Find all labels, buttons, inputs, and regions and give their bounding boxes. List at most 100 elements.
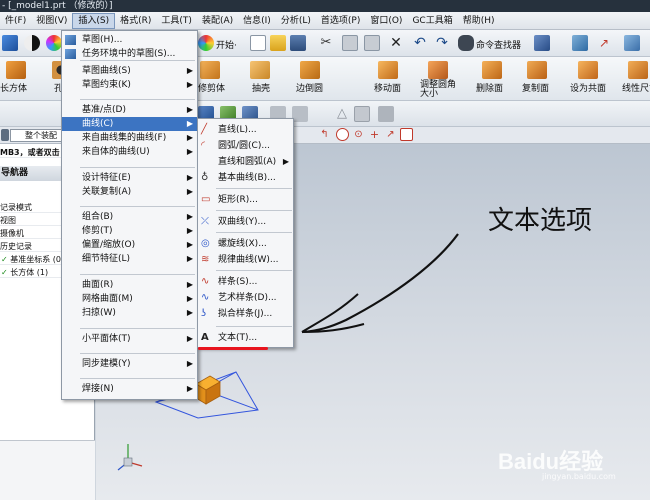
insert-menu-item[interactable]: 草图曲线(S) ▶ [62,64,197,78]
linear-dimension-icon[interactable] [628,61,648,79]
menu-preferences[interactable]: 首选项(P) [316,13,365,29]
start-button[interactable]: 开始· [216,38,237,51]
insert-menu-item[interactable]: 曲面(R) ▶ [62,278,197,292]
color-palette-icon[interactable] [46,35,62,51]
snap-quadrant-icon[interactable]: ⊙ [352,128,365,141]
snap-point-icon[interactable]: + [368,128,381,141]
delete-face-icon[interactable] [482,61,502,79]
redo-icon[interactable]: ↷ [434,35,450,51]
snap-box-icon[interactable] [400,128,413,141]
make-coplanar-button-label[interactable]: 设为共面 [570,81,606,94]
curve-submenu-item[interactable]: A 文本(T)... [198,331,293,345]
snap-intersection-icon[interactable]: ↗ [384,128,397,141]
menu-analysis[interactable]: 分析(L) [276,13,316,29]
menu-help[interactable]: 帮助(H) [458,13,500,29]
linear-dimension-button-label[interactable]: 线性尺寸 [622,81,650,94]
block-icon[interactable] [6,61,26,79]
surface-tool-icon[interactable] [292,106,308,122]
insert-menu-item[interactable]: 设计特征(E) ▶ [62,171,197,185]
make-coplanar-icon[interactable] [578,61,598,79]
edge-blend-icon[interactable] [300,61,320,79]
layer-settings-icon[interactable] [378,106,394,122]
studio-spline-icon: ∿ [201,292,210,303]
insert-menu-item[interactable]: 来自曲线集的曲线(F) ▶ [62,131,197,145]
insert-menu-item[interactable]: 修剪(T) ▶ [62,224,197,238]
trim-body-icon[interactable] [200,61,220,79]
save-icon[interactable] [290,35,306,51]
open-folder-icon[interactable] [270,35,286,51]
insert-menu-item[interactable]: 关联复制(A) ▶ [62,185,197,199]
resize-blend-button-label[interactable]: 调整圆角大小 [420,81,460,99]
menu-tools[interactable]: 工具(T) [156,13,197,29]
menu-format[interactable]: 格式(R) [115,13,156,29]
block-button-label[interactable]: 长方体 [0,81,27,94]
delete-face-button-label[interactable]: 删除面 [476,81,503,94]
menu-insert[interactable]: 插入(S) [72,12,116,29]
curve-submenu-item[interactable]: ▭ 矩形(R)... [198,193,293,207]
curve-submenu-item[interactable]: ╱ 直线(L)... [198,123,293,137]
menu-assembly[interactable]: 装配(A) [197,13,238,29]
shell-icon[interactable] [250,61,270,79]
curve-submenu-item[interactable]: ⤫ 双曲线(Y)... [198,215,293,229]
cube-view-icon[interactable] [2,35,18,51]
start-icon[interactable] [198,35,214,51]
insert-menu-item[interactable]: 任务环境中的草图(S)... [62,47,197,61]
layer-icon[interactable] [572,35,588,51]
menu-file[interactable]: 件(F) [0,13,31,29]
curve-submenu-item[interactable]: ∿ 艺术样条(D)... [198,291,293,305]
curve-submenu-item[interactable]: 直线和圆弧(A) ▶ [198,155,293,169]
grid-icon[interactable] [354,106,370,122]
curve-submenu-item[interactable]: ∿ 样条(S)... [198,275,293,289]
copy-icon[interactable] [342,35,358,51]
curve-submenu-item[interactable]: ♁ 基本曲线(B)... [198,171,293,185]
curve-submenu-item[interactable]: ◜ 圆弧/圆(C)... [198,139,293,153]
curve-submenu-item[interactable]: ʖ 拟合样条(J)... [198,307,293,321]
insert-menu-item[interactable]: 偏置/缩放(O) ▶ [62,238,197,252]
triangle-icon[interactable]: △ [334,106,350,122]
binoculars-icon[interactable] [458,35,474,51]
delete-icon[interactable]: ✕ [388,35,404,51]
paste-icon[interactable] [364,35,380,51]
copy-face-button-label[interactable]: 复制面 [522,81,549,94]
menu-view[interactable]: 视图(V) [31,13,72,29]
wcs-icon[interactable]: ↗ [596,35,612,51]
curve-submenu-item[interactable]: ≋ 规律曲线(W)... [198,253,293,267]
command-finder-button[interactable]: 命令查找器 [476,38,521,51]
trim-body-button-label[interactable]: 修剪体 [198,81,225,94]
menu-window[interactable]: 窗口(O) [365,13,407,29]
insert-menu-item[interactable]: 网格曲面(M) ▶ [62,292,197,306]
insert-menu-item[interactable]: 小平面体(T) ▶ [62,332,197,346]
tools-icon[interactable] [624,35,640,51]
insert-menu-item[interactable]: 扫掠(W) ▶ [62,306,197,320]
assembly-filter-dropdown[interactable]: 整个装配 [10,129,68,142]
cut-icon[interactable]: ✂ [318,35,334,51]
insert-menu-item[interactable]: 组合(B) ▶ [62,210,197,224]
menu-information[interactable]: 信息(I) [238,13,276,29]
resize-blend-icon[interactable] [428,61,448,79]
render-style-icon[interactable] [24,35,40,51]
insert-menu-item[interactable]: 同步建模(Y) ▶ [62,357,197,371]
copy-face-icon[interactable] [527,61,547,79]
filter-icon[interactable] [1,129,9,141]
move-face-icon[interactable] [378,61,398,79]
snap-center-icon[interactable] [336,128,349,141]
insert-menu-item[interactable]: 草图约束(K) ▶ [62,78,197,92]
insert-menu-item[interactable]: 基准/点(D) ▶ [62,103,197,117]
move-face-button-label[interactable]: 移动面 [374,81,401,94]
insert-menu-item[interactable]: 焊接(N) ▶ [62,382,197,396]
menu-gc-toolbox[interactable]: GC工具箱 [407,13,457,29]
undo-icon[interactable]: ↶ [412,35,428,51]
curve-submenu-item[interactable]: ◎ 螺旋线(X)... [198,237,293,251]
new-file-icon[interactable] [250,35,266,51]
edge-blend-button-label[interactable]: 边倒圆 [296,81,323,94]
insert-menu-item[interactable]: 草图(H)... [62,33,197,47]
insert-menu-item[interactable]: 来自体的曲线(U) ▶ [62,145,197,159]
snap-endpoint-icon[interactable]: ↰ [318,128,331,141]
insert-menu-item-label: 细节特征(L) [82,254,131,264]
selection-icon[interactable] [534,35,550,51]
line-icon: ╱ [201,124,208,135]
insert-menu-item[interactable]: 细节特征(L) ▶ [62,252,197,266]
block-body[interactable] [195,375,221,405]
shell-button-label[interactable]: 抽壳 [252,81,270,94]
insert-menu-item[interactable]: 曲线(C) ▶ [62,117,197,131]
